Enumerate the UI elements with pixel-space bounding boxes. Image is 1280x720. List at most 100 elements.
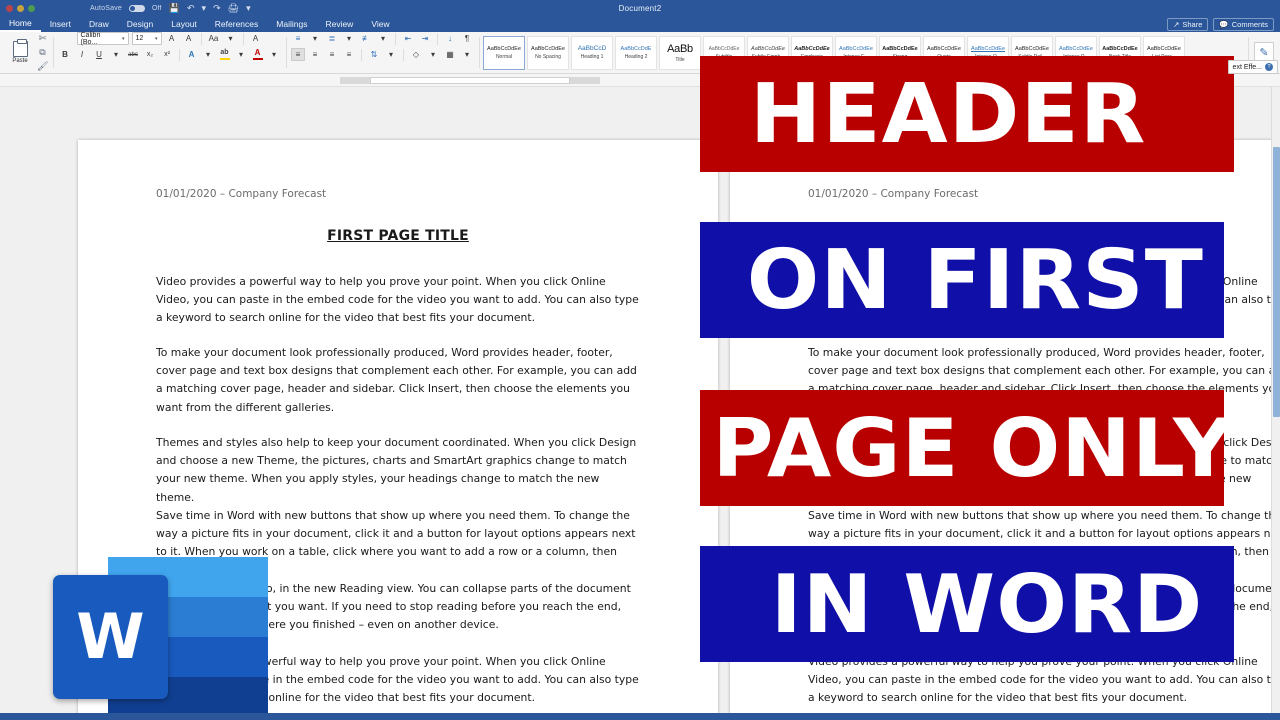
chevron-down-icon: ▾ [121, 35, 125, 42]
chevron-down-icon[interactable]: ▾ [342, 32, 356, 45]
sort-icon[interactable]: ↓ [443, 32, 457, 45]
page2-header-text[interactable]: 01/01/2020 – Company Forecast [808, 188, 978, 200]
style-card[interactable]: AaBb Title [659, 35, 701, 70]
tab-home[interactable]: Home [0, 16, 41, 32]
overlay-banner-text-3: PAGE ONLY [712, 401, 1235, 495]
paste-button[interactable]: Paste [5, 39, 35, 64]
overlay-banner-text-4: IN WORD [770, 557, 1204, 651]
style-name: No Spacing [535, 53, 561, 60]
clipboard-group: Paste ✄ ⧉ 🖌 [0, 32, 53, 73]
comments-button[interactable]: 💬 Comments [1213, 17, 1274, 31]
chevron-down-icon[interactable]: ▾ [224, 32, 238, 45]
page-title[interactable]: FIRST PAGE TITLE [78, 228, 718, 244]
chevron-down-icon[interactable]: ▾ [460, 48, 474, 61]
font-row-1: Calibri (Bo... ▾ 12 ▾ A A Aa ▾ A [76, 31, 263, 46]
ribbon-right-actions: ↗ Share 💬 Comments [1167, 17, 1280, 31]
grow-font-button[interactable]: A [165, 32, 179, 45]
chevron-down-icon[interactable]: ▾ [109, 48, 123, 61]
font-family-value: Calibri (Bo... [80, 31, 101, 46]
increase-indent-icon[interactable]: ⇥ [418, 32, 432, 45]
chevron-down-icon[interactable]: ▾ [234, 48, 248, 61]
style-preview: AaBbCcD [577, 45, 607, 52]
scrollbar-thumb[interactable] [1273, 147, 1280, 417]
subscript-button[interactable]: x₂ [143, 48, 157, 61]
tab-layout[interactable]: Layout [162, 16, 206, 32]
font-row-2: B I U ▾ abc x₂ x² A ▾ ab ▾ A ▾ [58, 48, 281, 61]
paste-icon [12, 39, 28, 57]
chevron-down-icon[interactable]: ▾ [376, 32, 390, 45]
tab-review[interactable]: Review [316, 16, 362, 32]
style-name: Heading 2 [624, 53, 648, 60]
chevron-down-icon[interactable]: ▾ [201, 48, 215, 61]
chevron-down-icon: ▾ [154, 35, 158, 42]
text-effects-button[interactable]: A [185, 49, 198, 59]
bold-button[interactable]: B [58, 48, 72, 61]
paragraph-2[interactable]: To make your document look professionall… [156, 344, 640, 417]
ruler-right-margin [570, 77, 600, 84]
format-painter-icon[interactable]: 🖌 [37, 61, 48, 72]
tab-design[interactable]: Design [118, 16, 162, 32]
tab-draw[interactable]: Draw [80, 16, 118, 32]
font-color-button[interactable]: A [251, 49, 264, 60]
paragraph-row-1: ≡ ▾ ≣ ▾ ≢ ▾ ⇤ ⇥ ↓ ¶ [291, 32, 474, 45]
divider [200, 32, 202, 45]
decrease-indent-icon[interactable]: ⇤ [401, 32, 415, 45]
tab-insert[interactable]: Insert [41, 16, 80, 32]
shading-icon[interactable]: ◇ [409, 48, 423, 61]
borders-icon[interactable]: ▦ [443, 48, 457, 61]
style-card[interactable]: AaBbCcDdEe No Spacing [527, 35, 569, 70]
text-effects-icon: A [188, 49, 195, 59]
style-preview: AaBbCcDdEe [708, 45, 740, 52]
align-center-icon[interactable]: ≡ [308, 48, 322, 61]
clear-formatting-button[interactable]: A [249, 32, 263, 45]
superscript-button[interactable]: x² [160, 48, 174, 61]
tab-mailings[interactable]: Mailings [267, 16, 316, 32]
style-name: Normal [495, 53, 513, 60]
highlighter-icon: ab [220, 49, 229, 56]
word-logo-image[interactable]: W [53, 557, 268, 713]
comment-bubble-icon: 💬 [1219, 19, 1229, 29]
change-case-button[interactable]: Aa [207, 32, 221, 45]
paragraph-1[interactable]: Video provides a powerful way to help yo… [156, 273, 640, 328]
align-right-icon[interactable]: ≡ [325, 48, 339, 61]
bullet-list-icon[interactable]: ≡ [291, 32, 305, 45]
overlay-banner-in-word: IN WORD [700, 546, 1234, 662]
justify-icon[interactable]: ≡ [342, 48, 356, 61]
tab-view[interactable]: View [362, 16, 398, 32]
font-size-combobox[interactable]: 12 ▾ [131, 32, 162, 45]
style-card[interactable]: AaBbCcDdE Heading 2 [615, 35, 657, 70]
style-preview: AaBb [667, 42, 693, 55]
strikethrough-button[interactable]: abc [126, 48, 140, 61]
chevron-down-icon[interactable]: ▾ [267, 48, 281, 61]
help-icon[interactable]: ? [1265, 63, 1273, 71]
chevron-down-icon[interactable]: ▾ [384, 48, 398, 61]
tab-references[interactable]: References [206, 16, 267, 32]
style-card[interactable]: AaBbCcDdEe Normal [483, 35, 525, 70]
font-family-combobox[interactable]: Calibri (Bo... ▾ [76, 31, 129, 46]
highlight-color-button[interactable]: ab [218, 49, 231, 60]
italic-button[interactable]: I [75, 48, 89, 61]
font-color-swatch [252, 57, 263, 60]
share-button[interactable]: ↗ Share [1167, 17, 1209, 31]
clipboard-mini-buttons: ✄ ⧉ 🖌 [35, 33, 48, 72]
underline-button[interactable]: U [92, 48, 106, 61]
pilcrow-icon[interactable]: ¶ [460, 32, 474, 45]
style-card[interactable]: AaBbCcD Heading 1 [571, 35, 613, 70]
vertical-scrollbar[interactable] [1271, 87, 1280, 713]
font-group: Calibri (Bo... ▾ 12 ▾ A A Aa ▾ A B I U ▾… [53, 32, 286, 73]
copy-icon[interactable]: ⧉ [37, 47, 48, 58]
left-gutter [0, 174, 14, 713]
chevron-down-icon[interactable]: ▾ [426, 48, 440, 61]
shrink-font-button[interactable]: A [182, 32, 196, 45]
align-left-icon[interactable]: ≡ [291, 48, 305, 61]
chevron-down-icon[interactable]: ▾ [308, 32, 322, 45]
scissors-icon[interactable]: ✄ [37, 33, 48, 44]
numbered-list-icon[interactable]: ≣ [325, 32, 339, 45]
overlay-banner-text-1: HEADER [749, 66, 1147, 162]
style-preview: AaBbCcDdEe [794, 45, 830, 52]
paragraph-3[interactable]: Themes and styles also help to keep your… [156, 434, 640, 507]
multilevel-list-icon[interactable]: ≢ [359, 32, 373, 45]
line-spacing-icon[interactable]: ⇅ [367, 48, 381, 61]
page-header-text[interactable]: 01/01/2020 – Company Forecast [156, 188, 326, 200]
word-logo-tile: W [53, 575, 168, 699]
